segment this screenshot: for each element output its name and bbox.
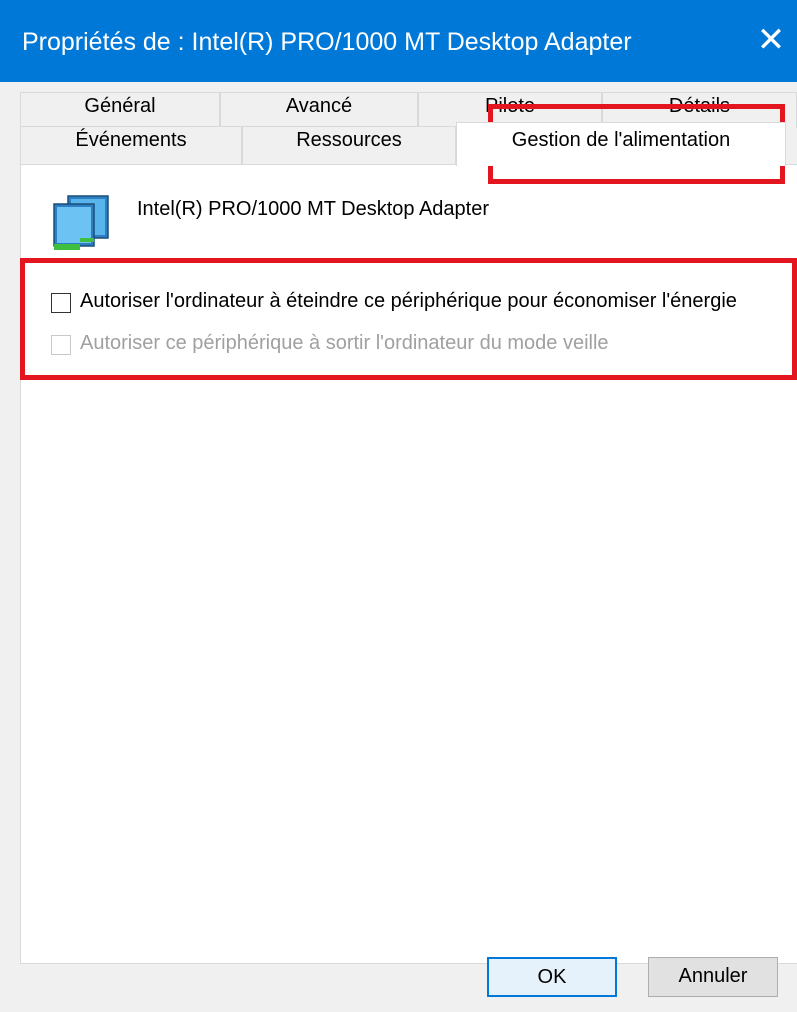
network-adapter-icon (53, 195, 109, 250)
close-icon[interactable]: ✕ (745, 14, 797, 66)
tab-ressources-label: Ressources (296, 129, 402, 151)
tab-gestion-alimentation-label: Gestion de l'alimentation (511, 129, 731, 151)
tab-evenements-label: Événements (75, 129, 187, 151)
device-name: Intel(R) PRO/1000 MT Desktop Adapter (137, 198, 490, 220)
allow-turn-off-label[interactable]: Autoriser l'ordinateur à éteindre ce pér… (80, 290, 737, 313)
allow-wake-checkbox (51, 335, 71, 355)
title-bar: Propriétés de : Intel(R) PRO/1000 MT Des… (0, 0, 797, 82)
window-title: Propriétés de : Intel(R) PRO/1000 MT Des… (22, 28, 632, 56)
allow-turn-off-checkbox[interactable] (51, 293, 71, 313)
allow-wake-label: Autoriser ce périphérique à sortir l'ord… (80, 332, 609, 354)
tab-details-label: Détails (668, 95, 731, 117)
cancel-button[interactable]: Annuler (648, 957, 778, 997)
properties-dialog: Propriétés de : Intel(R) PRO/1000 MT Des… (0, 0, 797, 1012)
tab-general[interactable]: Général (20, 92, 220, 128)
tab-panel (20, 164, 797, 964)
tab-avance-label: Avancé (285, 95, 353, 117)
tab-pilote-label: Pilote (484, 95, 536, 117)
tab-evenements[interactable]: Événements (20, 126, 242, 164)
tab-ressources[interactable]: Ressources (242, 126, 456, 164)
ok-button[interactable]: OK (487, 957, 617, 997)
tab-avance[interactable]: Avancé (220, 92, 418, 128)
tab-general-label: Général (84, 95, 156, 117)
tab-gestion-alimentation[interactable]: Gestion de l'alimentation (456, 122, 786, 166)
